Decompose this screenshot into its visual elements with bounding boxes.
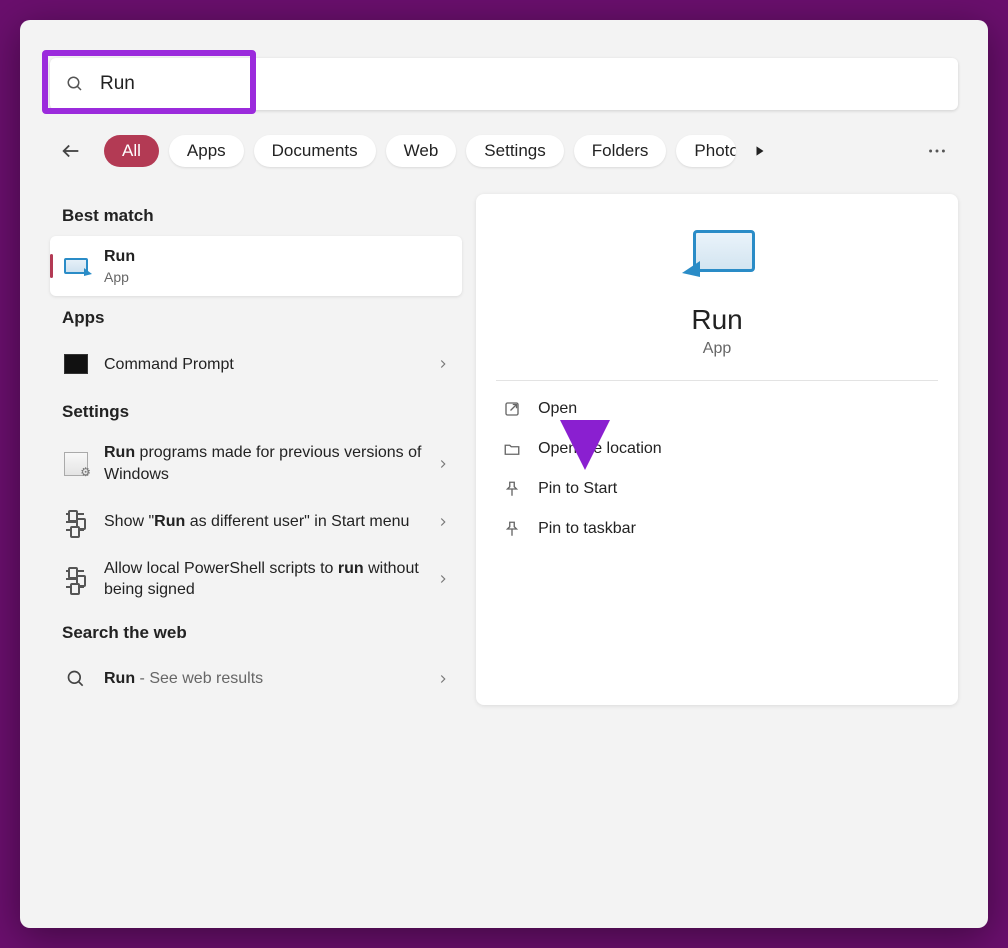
section-web: Search the web [62, 623, 462, 643]
action-open-file-location[interactable]: Open file location [496, 429, 938, 469]
result-compat-programs[interactable]: Run programs made for previous versions … [50, 432, 462, 495]
search-window: All Apps Documents Web Settings Folders … [20, 20, 988, 928]
action-label: Pin to taskbar [538, 520, 636, 538]
cmd-icon [60, 348, 92, 380]
open-icon [502, 399, 522, 419]
filter-all[interactable]: All [104, 135, 159, 167]
divider [496, 380, 938, 381]
result-title: Run - See web results [104, 668, 430, 690]
folder-icon [502, 439, 522, 459]
results-area: Best match Run App Apps Command Prompt S… [50, 194, 958, 705]
pin-icon [502, 479, 522, 499]
result-powershell-scripts[interactable]: Allow local PowerShell scripts to run wi… [50, 548, 462, 611]
pin-icon [502, 519, 522, 539]
preview-subtitle: App [703, 340, 731, 358]
filter-settings[interactable]: Settings [466, 135, 563, 167]
filter-web[interactable]: Web [386, 135, 457, 167]
section-settings: Settings [62, 402, 462, 422]
section-apps: Apps [62, 308, 462, 328]
search-icon [50, 58, 100, 110]
result-title: Run [104, 246, 450, 268]
filter-photos[interactable]: Photos [676, 135, 736, 167]
run-icon-large [679, 230, 755, 282]
action-pin-to-start[interactable]: Pin to Start [496, 469, 938, 509]
settings-icon [60, 563, 92, 595]
compat-icon [60, 448, 92, 480]
more-button[interactable] [926, 140, 948, 162]
results-list: Best match Run App Apps Command Prompt S… [50, 194, 462, 705]
filter-apps[interactable]: Apps [169, 135, 244, 167]
filter-folders[interactable]: Folders [574, 135, 667, 167]
chevron-right-icon [436, 457, 450, 471]
chevron-right-icon [436, 357, 450, 371]
back-button[interactable] [52, 132, 90, 170]
action-label: Open file location [538, 440, 662, 458]
chevron-right-icon [436, 672, 450, 686]
result-run-app[interactable]: Run App [50, 236, 462, 296]
chevron-right-icon [436, 515, 450, 529]
result-run-as-different-user[interactable]: Show "Run as different user" in Start me… [50, 496, 462, 548]
action-open[interactable]: Open [496, 389, 938, 429]
search-bar[interactable] [50, 58, 958, 110]
result-title: Command Prompt [104, 354, 430, 376]
run-icon [60, 250, 92, 282]
scroll-right-button[interactable] [746, 137, 774, 165]
result-subtitle: App [104, 268, 450, 287]
settings-icon [60, 506, 92, 538]
chevron-right-icon [436, 572, 450, 586]
result-title: Allow local PowerShell scripts to run wi… [104, 558, 430, 601]
result-title: Show "Run as different user" in Start me… [104, 511, 430, 533]
search-input[interactable] [100, 73, 958, 95]
action-pin-to-taskbar[interactable]: Pin to taskbar [496, 509, 938, 549]
filter-row: All Apps Documents Web Settings Folders … [52, 132, 958, 170]
action-label: Pin to Start [538, 480, 617, 498]
result-title: Run programs made for previous versions … [104, 442, 430, 485]
filter-documents[interactable]: Documents [254, 135, 376, 167]
result-web-search[interactable]: Run - See web results [50, 653, 462, 705]
result-command-prompt[interactable]: Command Prompt [50, 338, 462, 390]
section-best-match: Best match [62, 206, 462, 226]
search-icon [60, 663, 92, 695]
preview-title: Run [691, 304, 742, 336]
action-label: Open [538, 400, 577, 418]
preview-pane: Run App Open Open file location [476, 194, 958, 705]
